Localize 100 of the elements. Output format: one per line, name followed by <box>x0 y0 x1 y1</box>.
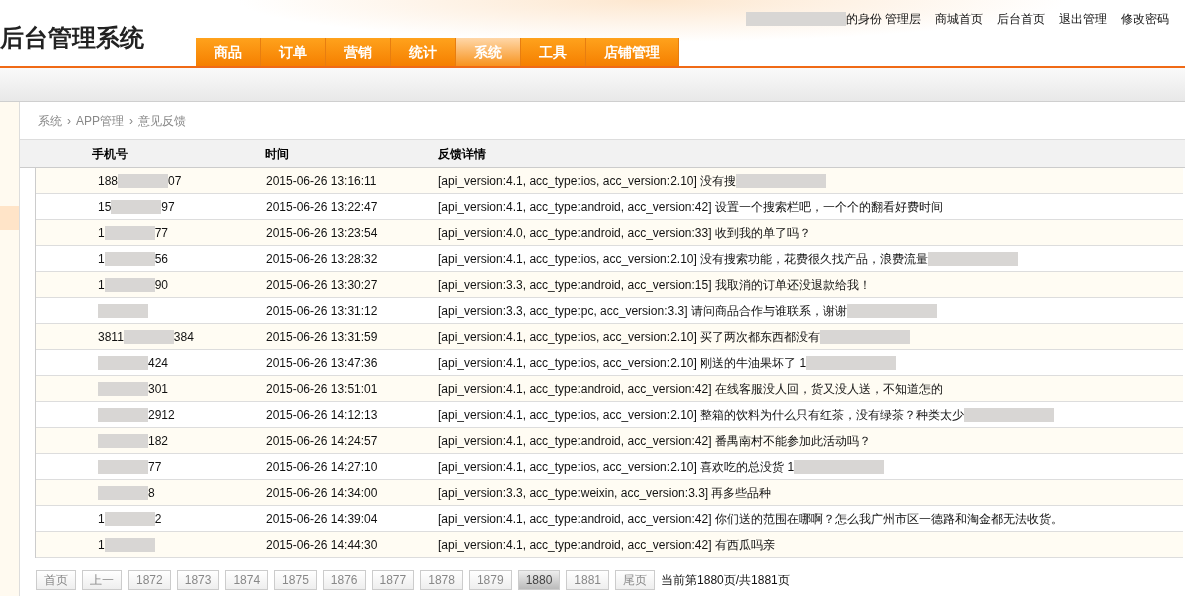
nav-tab[interactable]: 商品 <box>196 38 261 66</box>
feedback-cell-text: [api_version:4.1, acc_type:ios, acc_version:2.10] 没有搜 <box>438 172 737 190</box>
feedback-cell-text: [api_version:3.3, acc_type:android, acc_version:15] 我取消的订单还没退款给我！ <box>438 276 871 294</box>
phone-text: 188 <box>98 172 119 190</box>
page-button[interactable]: 1874 <box>225 570 269 590</box>
time-cell-text: 2015-06-26 14:34:00 <box>266 484 379 502</box>
phone-text: 77 <box>154 224 169 242</box>
feedback-cell-text: [api_version:4.1, acc_type:ios, acc_version:2.10] 没有搜索功能，花费很久找产品，浪费流量 <box>438 250 929 268</box>
feedback-cell-text: [api_version:4.0, acc_type:android, acc_version:33] 收到我的单了吗？ <box>438 224 811 242</box>
nav-tab[interactable]: 店铺管理 <box>586 38 679 66</box>
page-button[interactable]: 1875 <box>274 570 317 590</box>
time-cell-text: 2015-06-26 14:39:04 <box>266 510 379 528</box>
phone-text: 07 <box>168 172 182 190</box>
time-cell-text: 2015-06-26 14:24:57 <box>266 432 379 450</box>
nav-tab[interactable]: 系统 <box>456 38 521 66</box>
phone-text: 182 <box>148 432 169 450</box>
redaction-block <box>104 277 155 292</box>
breadcrumb-link[interactable]: APP管理 <box>76 111 124 130</box>
page-button[interactable]: 1876 <box>322 570 366 590</box>
time-cell-text: 2015-06-26 14:12:13 <box>266 406 379 424</box>
phone-text: 424 <box>148 354 169 372</box>
redaction-block <box>104 251 155 266</box>
redaction-block <box>98 303 148 318</box>
time-cell-text: 2015-06-26 13:31:12 <box>266 302 379 320</box>
page-button[interactable]: 1872 <box>128 570 171 590</box>
redaction-block <box>98 459 148 474</box>
nav-tab[interactable]: 工具 <box>521 38 586 66</box>
phone-text: 2 <box>154 510 162 528</box>
redaction-block <box>98 355 148 370</box>
phone-text: 384 <box>173 328 194 346</box>
page-summary: 当前第1880页/共1881页 <box>661 572 790 589</box>
breadcrumb-link[interactable]: 系统 <box>38 111 62 130</box>
header-link[interactable]: 修改密码 <box>1121 10 1169 28</box>
user-role: 的身份 管理层 <box>845 11 921 28</box>
redaction-block <box>118 173 169 188</box>
phone-text: 1 <box>98 276 105 294</box>
page-button[interactable]: 首页 <box>36 570 76 590</box>
page-button[interactable]: 1879 <box>468 570 512 590</box>
phone-text: 2912 <box>148 406 175 424</box>
feedback-cell-text: [api_version:3.3, acc_type:weixin, acc_version:3.3] 再多些品种 <box>438 484 772 502</box>
time-cell-text: 2015-06-26 13:23:54 <box>266 224 379 242</box>
column-header: 反馈详情 <box>438 145 486 163</box>
redaction-block <box>98 381 148 396</box>
redaction-block <box>111 199 162 214</box>
time-cell-text: 2015-06-26 13:51:01 <box>266 380 379 398</box>
app-title: 后台管理系统 <box>0 23 144 53</box>
phone-text: 1 <box>98 224 105 242</box>
column-header: 时间 <box>265 145 290 163</box>
redaction-block <box>98 485 148 500</box>
phone-text: 1 <box>98 510 105 528</box>
phone-text: 77 <box>148 458 162 476</box>
column-header: 手机号 <box>91 145 129 163</box>
feedback-cell-text: [api_version:4.1, acc_type:android, acc_version:42] 有西瓜吗亲 <box>438 536 775 554</box>
feedback-cell-text: [api_version:4.1, acc_type:ios, acc_version:2.10] 刚送的牛油果坏了 1 <box>438 354 807 372</box>
feedback-cell-text: [api_version:4.1, acc_type:android, acc_version:42] 在线客服没人回，货又没人送，不知道怎的 <box>438 380 943 398</box>
feedback-cell-text: [api_version:4.1, acc_type:ios, acc_version:2.10] 整箱的饮料为什么只有红茶，没有绿茶？种类太少 <box>438 406 965 424</box>
time-cell-text: 2015-06-26 13:30:27 <box>266 276 379 294</box>
header-link[interactable]: 商城首页 <box>935 10 983 28</box>
phone-text: 56 <box>154 250 169 268</box>
redaction-block <box>98 407 148 422</box>
time-cell-text: 2015-06-26 14:44:30 <box>266 536 379 554</box>
breadcrumb-link[interactable]: 意见反馈 <box>138 111 186 130</box>
page-button[interactable]: 上一 <box>82 570 122 590</box>
header-link[interactable]: 后台首页 <box>997 10 1045 28</box>
time-cell-text: 2015-06-26 13:22:47 <box>266 198 379 216</box>
redaction-block <box>104 537 155 552</box>
redaction-block <box>104 511 155 526</box>
phone-text: 97 <box>161 198 175 216</box>
sidebar-highlight <box>0 206 19 230</box>
time-cell-text: 2015-06-26 13:16:11 <box>266 172 378 190</box>
header-link[interactable]: 退出管理 <box>1059 10 1107 28</box>
phone-text: 90 <box>154 276 169 294</box>
phone-text: 301 <box>148 380 169 398</box>
phone-text: 3811 <box>98 328 124 346</box>
page-button[interactable]: 1881 <box>566 570 610 590</box>
feedback-cell-text: [api_version:4.1, acc_type:android, acc_version:42] 设置一个搜索栏吧，一个个的翻看好费时间 <box>438 198 943 216</box>
page-button[interactable]: 1873 <box>176 570 220 590</box>
redaction-block <box>98 433 148 448</box>
page-button[interactable]: 尾页 <box>615 570 656 590</box>
feedback-cell-text: [api_version:4.1, acc_type:android, acc_version:42] 你们送的范围在哪啊？怎么我广州市区一德路和淘金都无法收货。 <box>438 510 1063 528</box>
phone-text: 8 <box>148 484 155 502</box>
page-button[interactable]: 1880 <box>517 570 561 590</box>
feedback-cell-text: [api_version:4.1, acc_type:ios, acc_version:2.10] 喜欢吃的总没货 1 <box>438 458 795 476</box>
page-button[interactable]: 1877 <box>371 570 415 590</box>
redaction-block <box>104 225 155 240</box>
time-cell-text: 2015-06-26 13:47:36 <box>266 354 379 372</box>
page-button[interactable]: 1878 <box>420 570 463 590</box>
nav-tab[interactable]: 统计 <box>391 38 456 66</box>
nav-tab[interactable]: 营销 <box>326 38 391 66</box>
phone-text: 1 <box>98 536 105 554</box>
redaction-block <box>123 329 174 344</box>
phone-text: 15 <box>98 198 112 216</box>
time-cell-text: 2015-06-26 14:27:10 <box>266 458 379 476</box>
feedback-cell-text: [api_version:4.1, acc_type:android, acc_version:42] 番禺南村不能参加此活动吗？ <box>438 432 871 450</box>
time-cell-text: 2015-06-26 13:28:32 <box>266 250 379 268</box>
chevron-icon: › <box>129 111 133 130</box>
chevron-icon: › <box>67 111 71 130</box>
time-cell-text: 2015-06-26 13:31:59 <box>266 328 379 346</box>
nav-tab[interactable]: 订单 <box>261 38 326 66</box>
phone-text: 1 <box>98 250 105 268</box>
